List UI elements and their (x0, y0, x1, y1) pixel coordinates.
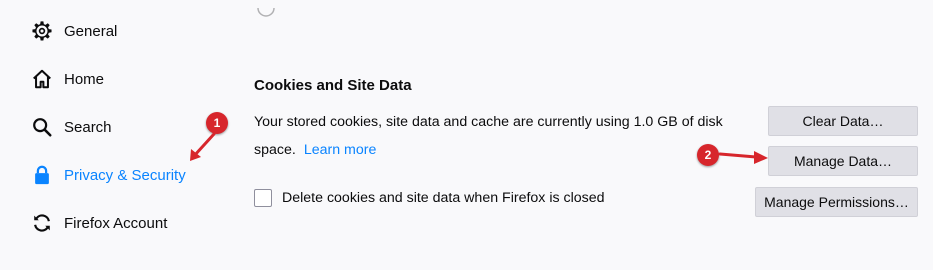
delete-on-close-checkbox[interactable] (254, 189, 272, 207)
partial-radio-icon (257, 7, 275, 17)
sidebar-item-firefox-account[interactable]: Firefox Account (30, 207, 167, 239)
annotation-marker-2: 2 (697, 144, 719, 166)
sidebar-item-home[interactable]: Home (30, 63, 104, 95)
sidebar-item-label: Search (64, 118, 112, 136)
sidebar-item-general[interactable]: General (30, 15, 117, 47)
manage-data-button[interactable]: Manage Data… (768, 146, 918, 176)
sidebar-item-search[interactable]: Search (30, 111, 112, 143)
learn-more-link[interactable]: Learn more (304, 142, 377, 158)
gear-icon (30, 19, 54, 43)
sync-icon (30, 211, 54, 235)
manage-permissions-button[interactable]: Manage Permissions… (755, 187, 918, 217)
sidebar-item-label: Privacy & Security (64, 166, 186, 184)
search-icon (30, 115, 54, 139)
cookies-section-title: Cookies and Site Data (254, 77, 412, 94)
delete-on-close-label: Delete cookies and site data when Firefo… (282, 190, 605, 206)
clear-data-button[interactable]: Clear Data… (768, 106, 918, 136)
cookies-usage-description: Your stored cookies, site data and cache… (254, 108, 754, 164)
sidebar-item-label: General (64, 22, 118, 40)
annotation-arrow-1 (190, 132, 216, 161)
lock-icon (30, 163, 54, 187)
sidebar-item-label: Firefox Account (64, 214, 168, 232)
sidebar-item-privacy-security[interactable]: Privacy & Security (30, 159, 186, 191)
sidebar-item-label: Home (64, 70, 105, 88)
home-icon (30, 67, 54, 91)
annotation-arrow-2 (718, 151, 768, 164)
delete-on-close-row[interactable]: Delete cookies and site data when Firefo… (254, 187, 605, 209)
